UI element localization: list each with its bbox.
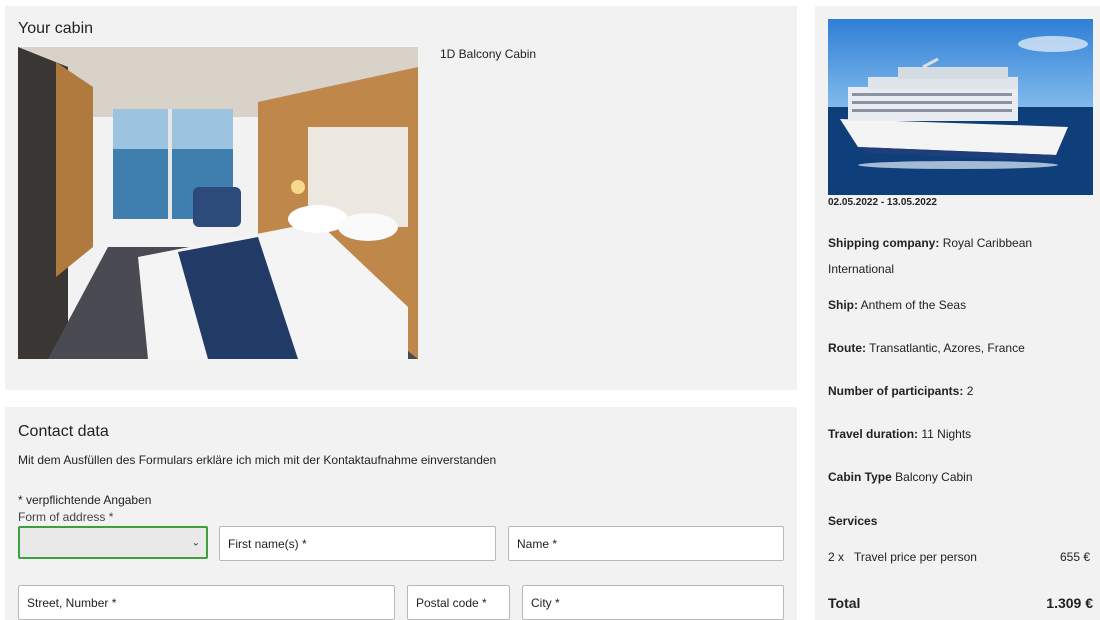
ship-label: Ship: — [828, 298, 858, 312]
booking-summary-panel: 02.05.2022 - 13.05.2022 Shipping company… — [815, 6, 1100, 620]
ship-value: Anthem of the Seas — [860, 298, 967, 312]
street-field[interactable]: Street, Number * — [18, 585, 395, 620]
city-field[interactable]: City * — [522, 585, 784, 620]
street-placeholder: Street, Number * — [27, 595, 117, 610]
form-of-address-label: Form of address * — [18, 510, 114, 524]
name-placeholder: Name * — [517, 536, 558, 551]
route-info: Route: Transatlantic, Azores, France — [828, 335, 1090, 361]
service-desc: Travel price per person — [854, 550, 977, 564]
participants-value: 2 — [966, 384, 974, 398]
travel-dates: 02.05.2022 - 13.05.2022 — [828, 197, 937, 208]
postal-code-placeholder: Postal code * — [416, 595, 487, 610]
chevron-down-icon: ⌄ — [191, 537, 200, 548]
cabin-type-info: Cabin Type Balcony Cabin — [828, 464, 1090, 490]
duration-label: Travel duration: — [828, 427, 919, 441]
total-row: Total 1.309 € — [828, 595, 1093, 611]
total-label: Total — [828, 595, 861, 611]
first-name-field[interactable]: First name(s) * — [219, 526, 496, 561]
cabin-photo — [18, 47, 418, 359]
cabin-type-value: Balcony Cabin — [895, 470, 973, 484]
cabin-name: 1D Balcony Cabin — [440, 47, 537, 61]
services-title: Services — [828, 514, 878, 528]
ship-photo — [828, 19, 1093, 195]
total-value: 1.309 € — [1046, 595, 1093, 611]
cabin-panel: Your cabin 1D Balcony Cabin — [5, 6, 797, 390]
participants-label: Number of participants: — [828, 384, 964, 398]
duration-value: 11 Nights — [921, 427, 972, 441]
duration-info: Travel duration: 11 Nights — [828, 421, 1090, 447]
cabin-title: Your cabin — [18, 20, 94, 37]
consent-text: Mit dem Ausfüllen des Formulars erkläre … — [18, 453, 497, 467]
service-qty: 2 x — [828, 550, 845, 564]
contact-panel: Contact data Mit dem Ausfüllen des Formu… — [5, 407, 797, 620]
shipping-company-info: Shipping company: Royal Caribbean Intern… — [828, 230, 1090, 282]
form-of-address-select[interactable]: ⌄ — [18, 526, 208, 559]
name-field[interactable]: Name * — [508, 526, 784, 561]
required-note: * verpflichtende Angaben — [18, 493, 152, 507]
route-label: Route: — [828, 341, 866, 355]
service-row: 2 x Travel price per person 655 € — [828, 550, 1090, 564]
service-price: 655 € — [1059, 550, 1090, 564]
postal-code-field[interactable]: Postal code * — [407, 585, 510, 620]
route-value: Transatlantic, Azores, France — [869, 341, 1025, 355]
cabin-type-label: Cabin Type — [828, 470, 892, 484]
ship-info: Ship: Anthem of the Seas — [828, 292, 1090, 318]
participants-info: Number of participants: 2 — [828, 378, 1090, 404]
city-placeholder: City * — [531, 595, 560, 610]
first-name-placeholder: First name(s) * — [228, 536, 307, 551]
contact-title: Contact data — [18, 423, 109, 440]
shipping-company-label: Shipping company: — [828, 236, 940, 250]
